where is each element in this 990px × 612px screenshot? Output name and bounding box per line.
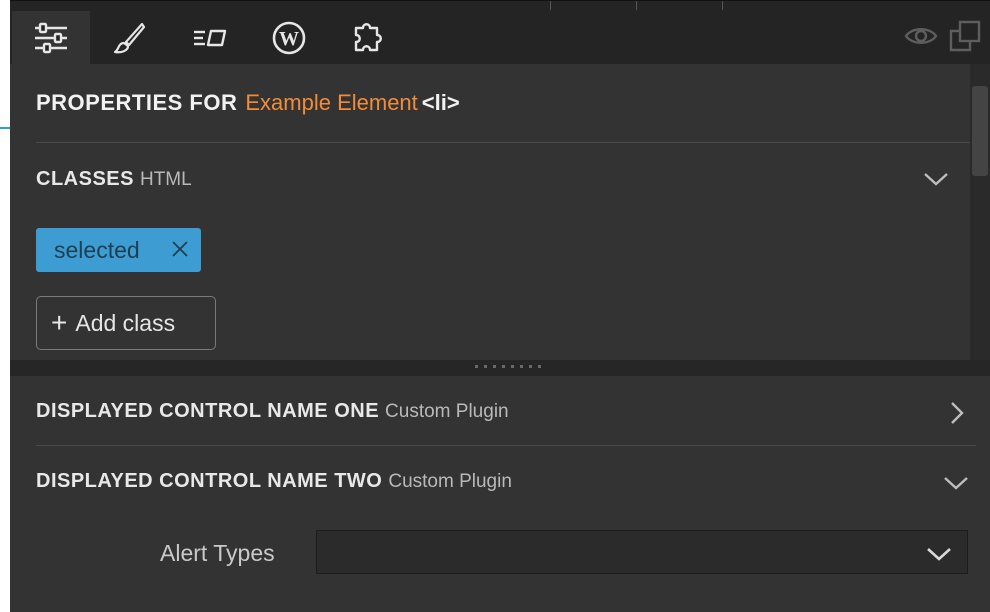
chevron-down-icon[interactable] [942, 472, 970, 494]
tab-text[interactable] [170, 11, 248, 65]
element-tag: <li> [421, 90, 460, 115]
eye-icon[interactable] [904, 19, 938, 53]
divider [36, 445, 976, 446]
divider [36, 142, 970, 143]
control-one-header[interactable]: DISPLAYED CONTROL NAME ONE Custom Plugin [36, 400, 509, 423]
puzzle-icon [354, 23, 382, 52]
scrollbar[interactable] [970, 64, 990, 360]
toolbar-seam [636, 1, 637, 10]
control-one-title: DISPLAYED CONTROL NAME ONE [36, 400, 380, 422]
element-name: Example Element [245, 90, 418, 115]
panel-resize-handle[interactable] [10, 360, 990, 376]
classes-section-header[interactable]: CLASSES HTML [36, 168, 192, 191]
duplicate-icon[interactable] [948, 19, 982, 53]
properties-header: PROPERTIES FOR Example Element <li> [36, 90, 460, 116]
control-two-title: DISPLAYED CONTROL NAME TWO [36, 470, 383, 492]
toolbar-seam [722, 1, 723, 10]
classes-title: CLASSES [36, 168, 134, 190]
canvas-edge [0, 0, 10, 612]
grip-icon [475, 365, 541, 368]
controls-panel: DISPLAYED CONTROL NAME ONE Custom Plugin … [10, 376, 990, 612]
chevron-down-icon[interactable] [922, 168, 950, 190]
sliders-icon [35, 22, 67, 54]
control-two-subtitle: Custom Plugin [388, 471, 512, 492]
brush-icon [113, 22, 146, 54]
plus-icon: + [51, 307, 68, 338]
alert-types-label: Alert Types [160, 540, 275, 566]
tab-properties[interactable] [12, 11, 90, 65]
tab-styles[interactable] [90, 11, 168, 65]
add-class-label: Add class [75, 309, 176, 336]
control-two-header[interactable]: DISPLAYED CONTROL NAME TWO Custom Plugin [36, 470, 512, 493]
tab-plugins[interactable] [330, 11, 408, 65]
toolbar: W [10, 0, 990, 65]
chevron-right-icon[interactable] [946, 400, 968, 426]
properties-label: PROPERTIES FOR [36, 90, 238, 115]
wordpress-icon: W [272, 21, 306, 55]
close-icon[interactable] [169, 238, 191, 260]
text-box-icon [194, 29, 227, 47]
add-class-button[interactable]: + Add class [36, 296, 216, 350]
alert-types-select[interactable] [316, 530, 968, 574]
properties-panel: PROPERTIES FOR Example Element <li> CLASSE… [10, 64, 970, 360]
chevron-down-icon [927, 548, 951, 561]
toolbar-seam [550, 1, 551, 10]
classes-subtitle: HTML [139, 169, 192, 190]
scrollbar-thumb[interactable] [972, 86, 988, 176]
tab-wordpress[interactable]: W [250, 11, 328, 65]
canvas-selection-line [0, 127, 10, 129]
class-tag-label: selected [54, 236, 140, 263]
class-tag-selected[interactable]: selected [36, 228, 201, 272]
control-one-subtitle: Custom Plugin [385, 401, 509, 422]
svg-text:W: W [279, 28, 299, 50]
